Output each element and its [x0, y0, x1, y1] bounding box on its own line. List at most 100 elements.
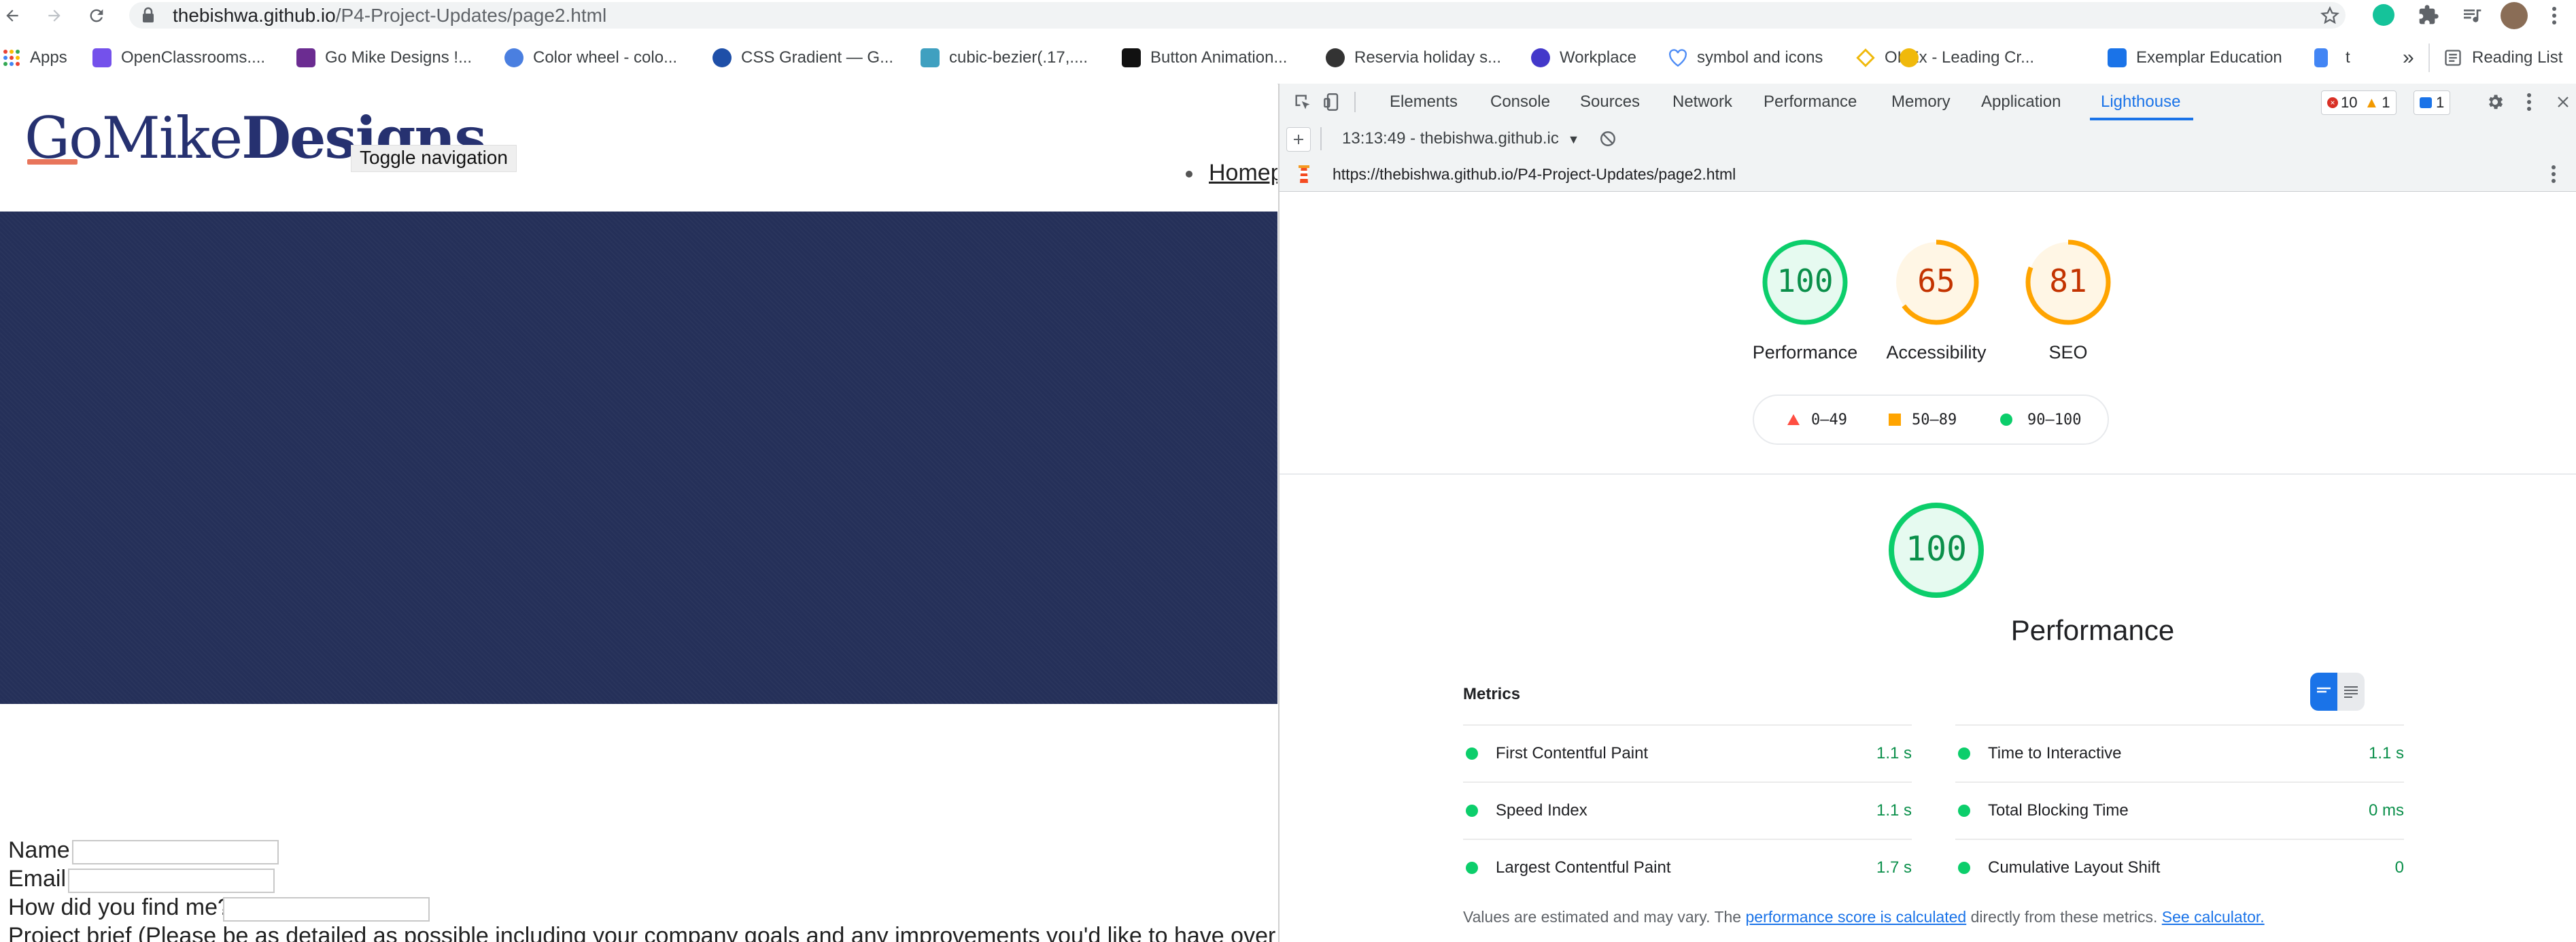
note-middle-text: directly from these metrics.: [1970, 908, 2158, 926]
bookmark-label: Exemplar Education: [2136, 48, 2282, 67]
metric-row: Cumulative Layout Shift 0: [1955, 839, 2404, 896]
metric-name: Largest Contentful Paint: [1496, 858, 1671, 877]
devtools-settings-icon[interactable]: [2486, 92, 2505, 112]
bookmark-openclassrooms[interactable]: OpenClassrooms....: [92, 42, 265, 73]
score-calculated-link[interactable]: performance score is calculated: [1745, 908, 1966, 926]
devtools-menu-icon[interactable]: [2526, 92, 2532, 112]
email-input[interactable]: [68, 869, 275, 893]
reload-icon[interactable]: [84, 0, 109, 31]
web-page: GoMikeDesigns Toggle navigation Homepage…: [0, 84, 1277, 942]
report-url-row: https://thebishwa.github.io/P4-Project-U…: [1280, 157, 2576, 192]
forward-icon[interactable]: [42, 0, 67, 31]
grammarly-icon[interactable]: [2373, 4, 2394, 26]
bookmark-okex[interactable]: OKEx - Leading Cr...: [1856, 42, 2034, 73]
bookmark-apps[interactable]: Apps: [3, 42, 67, 73]
lighthouse-toolbar: 13:13:49 - thebishwa.github.ic ▼: [1280, 120, 2576, 158]
globe-icon: [1326, 48, 1345, 67]
see-calculator-link[interactable]: See calculator.: [2162, 908, 2265, 926]
tab-elements[interactable]: Elements: [1390, 84, 1458, 120]
bookmark-label: Button Animation...: [1150, 48, 1288, 67]
dev-icon: [1122, 48, 1141, 67]
find-me-label: How did you find me?: [8, 894, 230, 920]
find-me-input[interactable]: [223, 897, 430, 922]
new-report-button[interactable]: [1286, 127, 1311, 152]
bookmark-button-animation[interactable]: Button Animation...: [1122, 42, 1287, 73]
metric-pass-icon: [1466, 747, 1478, 760]
bookmark-workplace[interactable]: Workplace: [1531, 42, 1636, 73]
report-menu-icon[interactable]: [2551, 165, 2556, 184]
extensions-icon[interactable]: [2418, 4, 2439, 26]
metric-pass-icon: [1466, 805, 1478, 817]
bookmark-okex-main[interactable]: [1900, 42, 1928, 73]
url-host: thebishwa.github.io: [173, 5, 336, 26]
project-brief-label: Project brief (Please be as detailed as …: [8, 923, 1277, 942]
tab-application[interactable]: Application: [1981, 84, 2061, 120]
metric-value: 0: [2394, 858, 2404, 877]
circle-icon: [2000, 414, 2012, 426]
warning-count: 1: [2382, 94, 2390, 111]
bookmark-reservia[interactable]: Reservia holiday s...: [1326, 42, 1501, 73]
seo-label[interactable]: SEO: [1993, 342, 2143, 363]
tabbar-divider: [1354, 92, 1356, 112]
inspect-element-icon[interactable]: [1293, 92, 1312, 112]
device-toolbar-icon[interactable]: [1323, 92, 1342, 112]
bookmarks-overflow-button[interactable]: »: [2403, 42, 2414, 73]
metric-value: 1.1 s: [2368, 744, 2404, 762]
bookmark-symbol-icons[interactable]: symbol and icons: [1668, 42, 1823, 73]
url-text[interactable]: thebishwa.github.io/P4-Project-Updates/p…: [173, 0, 606, 31]
metric-value: 1.1 s: [1876, 744, 1912, 762]
tab-sources[interactable]: Sources: [1580, 84, 1640, 120]
note-text: Values are estimated and may vary. The: [1463, 908, 1742, 926]
back-icon[interactable]: [0, 0, 24, 31]
bookmark-cubic-bezier[interactable]: cubic-bezier(.17,....: [921, 42, 1088, 73]
bookmarks-divider: [2428, 44, 2430, 72]
avatar[interactable]: [2501, 2, 2528, 29]
report-selector[interactable]: 13:13:49 - thebishwa.github.ic ▼: [1342, 120, 1579, 157]
tab-console[interactable]: Console: [1490, 84, 1550, 120]
bookmark-t[interactable]: t: [2314, 42, 2350, 73]
bookmark-gomike[interactable]: Go Mike Designs !...: [296, 42, 472, 73]
metrics-view-toggle[interactable]: [2310, 673, 2365, 711]
compact-view-icon[interactable]: [2310, 673, 2337, 711]
metric-name: First Contentful Paint: [1496, 744, 1649, 762]
bookmark-label: OpenClassrooms....: [121, 48, 266, 67]
lock-icon[interactable]: [141, 7, 155, 23]
media-controls-icon[interactable]: [2461, 4, 2483, 26]
css-gradient-icon: [712, 48, 732, 67]
bookmark-label: Workplace: [1560, 48, 1636, 67]
bookmark-exemplar[interactable]: Exemplar Education: [2108, 42, 2282, 73]
browser-menu-icon[interactable]: [2551, 5, 2558, 26]
performance-label[interactable]: Performance: [1730, 342, 1880, 363]
bookmark-star-icon[interactable]: [2320, 5, 2340, 26]
bookmark-label: symbol and icons: [1697, 48, 1823, 67]
bookmark-label: Reservia holiday s...: [1354, 48, 1502, 67]
cubic-bezier-icon: [921, 48, 940, 67]
logo-underline: [27, 159, 78, 165]
accessibility-label[interactable]: Accessibility: [1861, 342, 2011, 363]
issues-counter[interactable]: × 10 ▲ 1: [2321, 90, 2397, 115]
report-selector-label: 13:13:49 - thebishwa.github.ic: [1342, 129, 1559, 148]
bookmark-label: CSS Gradient — G...: [741, 48, 894, 67]
bookmark-color-wheel[interactable]: Color wheel - colo...: [504, 42, 677, 73]
expanded-view-icon[interactable]: [2337, 673, 2365, 711]
metrics-heading: Metrics: [1463, 685, 1521, 703]
tab-lighthouse[interactable]: Lighthouse: [2101, 84, 2180, 120]
reading-list-button[interactable]: Reading List: [2443, 42, 2562, 73]
tab-network[interactable]: Network: [1672, 84, 1732, 120]
bookmark-label: Go Mike Designs !...: [325, 48, 473, 67]
name-input[interactable]: [72, 840, 279, 864]
bookmark-css-gradient[interactable]: CSS Gradient — G...: [712, 42, 893, 73]
toggle-navigation-button[interactable]: Toggle navigation: [351, 145, 517, 172]
clear-reports-icon[interactable]: [1599, 130, 1617, 148]
devtools-panel: Elements Console Sources Network Perform…: [1278, 84, 2576, 942]
tab-performance[interactable]: Performance: [1764, 84, 1857, 120]
bookmark-label: cubic-bezier(.17,....: [949, 48, 1088, 67]
devtools-close-icon[interactable]: [2555, 92, 2571, 112]
tab-memory[interactable]: Memory: [1891, 84, 1951, 120]
metric-name: Cumulative Layout Shift: [1988, 858, 2161, 877]
nav-homepage-link[interactable]: Homepage: [1209, 160, 1277, 186]
apps-grid-icon: [3, 49, 20, 67]
workplace-icon: [1531, 48, 1550, 67]
report-url[interactable]: https://thebishwa.github.io/P4-Project-U…: [1333, 157, 1736, 191]
messages-counter[interactable]: 1: [2414, 90, 2451, 115]
